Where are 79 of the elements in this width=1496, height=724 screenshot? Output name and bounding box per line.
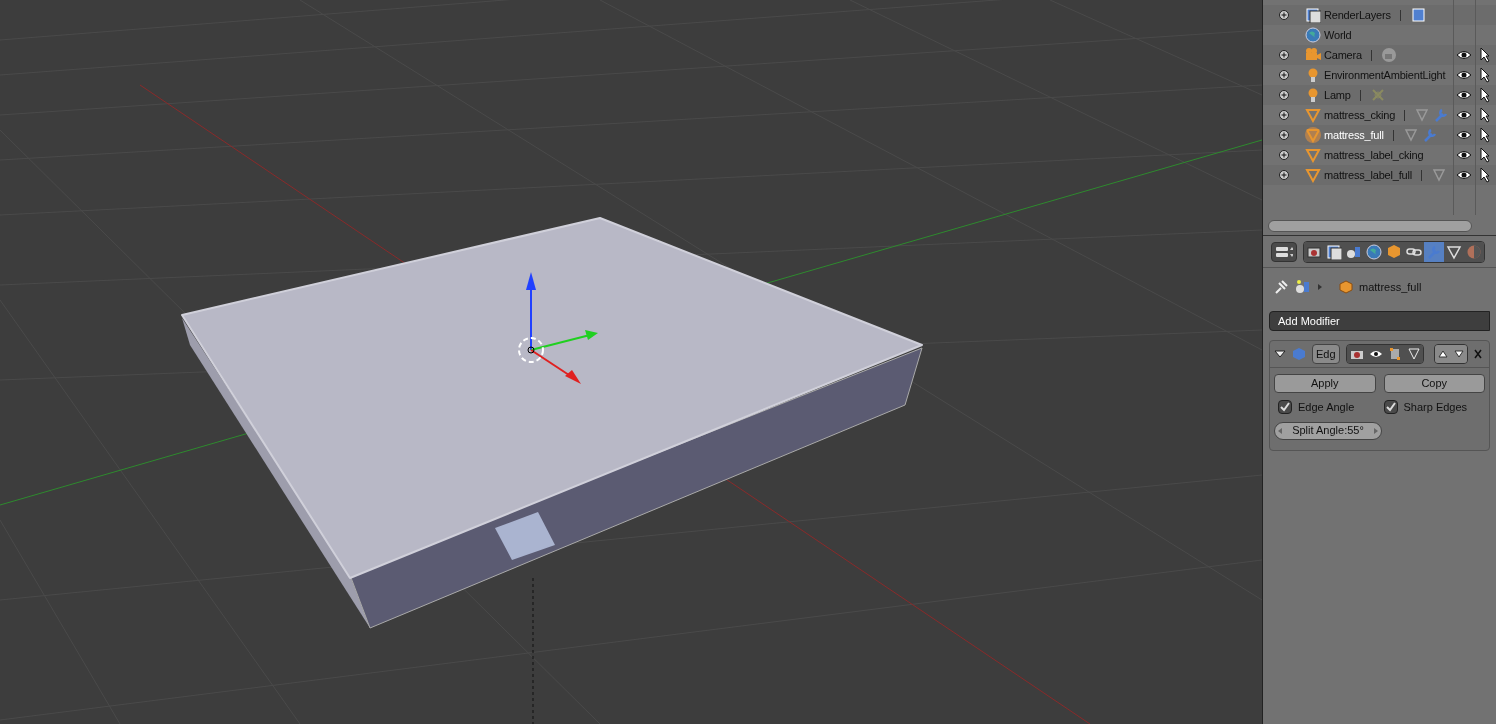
eye-icon	[1368, 349, 1383, 359]
object-icon	[1386, 243, 1402, 260]
triangle-icon	[1406, 347, 1421, 361]
copy-button[interactable]: Copy	[1383, 374, 1485, 393]
expand-icon[interactable]	[1279, 10, 1289, 20]
edit-mode-icon	[1387, 347, 1402, 361]
collapse-icon[interactable]	[1274, 349, 1286, 359]
close-icon[interactable]	[1474, 349, 1482, 359]
expand-icon[interactable]	[1279, 130, 1289, 140]
checkbox-label: Edge Angle	[1298, 400, 1355, 415]
mesh-icon	[1305, 127, 1321, 143]
checkbox[interactable]	[1278, 400, 1292, 415]
render-layers-icon	[1326, 243, 1342, 260]
mesh-data-icon	[1430, 167, 1447, 183]
split-angle-field[interactable]: Split Angle:55°	[1274, 421, 1382, 440]
expand-icon[interactable]	[1279, 50, 1289, 60]
cursor-icon[interactable]	[1480, 87, 1490, 103]
cursor-icon[interactable]	[1480, 107, 1490, 123]
render-layer-icon	[1409, 7, 1426, 23]
mesh-data-icon	[1414, 107, 1431, 123]
scroll-bar[interactable]	[1268, 220, 1472, 232]
mesh-data-icon	[1402, 127, 1419, 143]
mesh-icon	[1305, 107, 1321, 123]
world-icon	[1305, 27, 1321, 43]
checkbox-label: Sharp Edges	[1403, 400, 1468, 415]
expand-icon[interactable]	[1279, 110, 1289, 120]
add-modifier-dropdown[interactable]: Add Modifier	[1269, 311, 1490, 332]
material-icon	[1466, 243, 1482, 260]
modifier-name-field[interactable]: Edg	[1312, 344, 1340, 364]
render-tab[interactable]	[1304, 241, 1324, 262]
mesh-icon	[1305, 167, 1321, 183]
lamp-data-icon	[1369, 87, 1386, 103]
outliner-item[interactable]: World	[1324, 26, 1352, 44]
cursor-icon[interactable]	[1480, 127, 1490, 143]
cursor-icon[interactable]	[1480, 67, 1490, 83]
down-arrow-icon	[1454, 350, 1464, 358]
constraints-tab[interactable]	[1404, 241, 1424, 262]
camera-icon	[1305, 47, 1321, 63]
scene-tab[interactable]	[1344, 241, 1364, 262]
increment-arrow-icon	[1374, 427, 1378, 434]
editor-type-icon	[1275, 245, 1293, 258]
expand-icon[interactable]	[1279, 150, 1289, 160]
camera-icon	[1349, 348, 1364, 360]
world-icon	[1366, 243, 1382, 260]
object-name: mattress_full	[1359, 279, 1422, 295]
render-layers-tab[interactable]	[1324, 241, 1344, 262]
expand-icon[interactable]	[1279, 70, 1289, 80]
expand-icon[interactable]	[1279, 170, 1289, 180]
move-down-button[interactable]	[1451, 345, 1467, 363]
cursor-icon[interactable]	[1480, 147, 1490, 163]
up-arrow-icon	[1438, 350, 1448, 358]
modifier-icon	[1292, 347, 1306, 361]
outliner-item[interactable]: Lamp	[1324, 86, 1351, 104]
expand-icon[interactable]	[1279, 90, 1289, 100]
decrement-arrow-icon	[1278, 427, 1282, 434]
outliner-item[interactable]: mattress_label_cking	[1324, 146, 1424, 164]
move-up-button[interactable]	[1435, 345, 1451, 363]
data-tab[interactable]	[1444, 241, 1464, 262]
object-cube-icon	[1339, 280, 1353, 294]
outliner-item[interactable]: mattress_cking	[1324, 106, 1396, 124]
outliner-item[interactable]: EnvironmentAmbientLight	[1324, 66, 1446, 84]
checkbox[interactable]	[1383, 400, 1398, 415]
apply-button[interactable]: Apply	[1274, 374, 1376, 393]
pin-icon[interactable]	[1273, 279, 1289, 295]
render-layers-icon	[1305, 7, 1321, 23]
data-icon	[1446, 243, 1462, 260]
modifier-icon	[1433, 107, 1450, 123]
modifier-icon	[1426, 243, 1442, 260]
check-icon	[1385, 402, 1396, 413]
editor-type-button[interactable]	[1271, 241, 1297, 262]
mesh-icon	[1305, 147, 1321, 163]
cursor-icon[interactable]	[1480, 47, 1490, 63]
outliner-item[interactable]: Camera	[1324, 46, 1362, 64]
render-toggle[interactable]	[1347, 345, 1366, 363]
caret-icon	[1317, 283, 1323, 291]
cursor-icon[interactable]	[1480, 167, 1490, 183]
scene-icon	[1295, 279, 1311, 295]
check-icon	[1280, 402, 1290, 413]
cage-toggle[interactable]	[1404, 345, 1423, 363]
